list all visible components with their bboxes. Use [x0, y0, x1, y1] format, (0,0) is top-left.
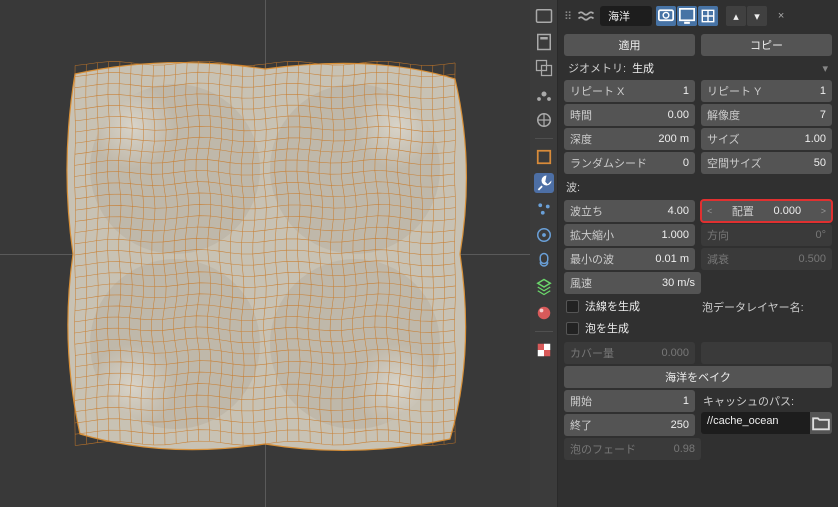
material-tab-icon[interactable] [534, 303, 554, 323]
drag-handle-icon[interactable]: ⠿ [564, 10, 572, 23]
modifier-tab-icon[interactable] [534, 173, 554, 193]
copy-button[interactable]: コピー [701, 34, 832, 56]
geometry-label: ジオメトリ: [568, 60, 626, 76]
geometry-value: 生成 [632, 60, 654, 76]
resolution-field[interactable]: 解像度7 [701, 104, 832, 126]
foam-fade-field: 泡のフェード0.98 [564, 438, 701, 460]
properties-tabs [530, 0, 558, 507]
smallest-wave-field[interactable]: 最小の波0.01 m [564, 248, 695, 270]
choppiness-field[interactable]: 波立ち4.00 [564, 200, 695, 222]
repeat-x-field[interactable]: リピート X1 [564, 80, 695, 102]
display-render-icon[interactable] [656, 6, 676, 26]
depth-field[interactable]: 深度200 m [564, 128, 695, 150]
particle-tab-icon[interactable] [534, 199, 554, 219]
spatial-size-field[interactable]: 空間サイズ50 [701, 152, 832, 174]
damping-field: 減衰0.500 [701, 248, 832, 270]
folder-icon[interactable] [810, 412, 832, 434]
world-tab-icon[interactable] [534, 110, 554, 130]
render-tab-icon[interactable] [534, 6, 554, 26]
move-down-icon[interactable]: ▾ [747, 6, 767, 26]
scale-field[interactable]: 拡大縮小1.000 [564, 224, 695, 246]
bake-ocean-button[interactable]: 海洋をベイク [564, 366, 832, 388]
size-field[interactable]: サイズ1.00 [701, 128, 832, 150]
scene-tab-icon[interactable] [534, 84, 554, 104]
texture-tab-icon[interactable] [534, 340, 554, 360]
cache-path-field[interactable]: //cache_ocean [701, 412, 810, 434]
display-editmode-icon[interactable] [698, 6, 718, 26]
wind-velocity-field[interactable]: 風速30 m/s [564, 272, 701, 294]
viewlayer-tab-icon[interactable] [534, 58, 554, 78]
coverage-field: カバー量0.000 [564, 342, 695, 364]
generate-normals-checkbox[interactable] [566, 300, 579, 313]
move-up-icon[interactable]: ▴ [726, 6, 746, 26]
close-icon[interactable]: × [771, 6, 791, 26]
alignment-field[interactable]: <配置0.000> [701, 200, 832, 222]
direction-field: 方向0° [701, 224, 832, 246]
modifier-panel: ⠿ 海洋 ▴ ▾ × 適用 コピー ジオメトリ: 生成 ▾ リピート X1 リピ… [558, 0, 838, 507]
bake-end-field[interactable]: 終了250 [564, 414, 695, 436]
generate-foam-checkbox[interactable] [566, 322, 579, 335]
random-seed-field[interactable]: ランダムシード0 [564, 152, 695, 174]
repeat-y-field[interactable]: リピート Y1 [701, 80, 832, 102]
cache-path-label: キャッシュのパス: [701, 390, 832, 412]
viewport-3d[interactable] [0, 0, 530, 507]
time-field[interactable]: 時間0.00 [564, 104, 695, 126]
data-tab-icon[interactable] [534, 277, 554, 297]
geometry-select[interactable]: ジオメトリ: 生成 ▾ [564, 58, 832, 78]
display-viewport-icon[interactable] [677, 6, 697, 26]
foam-layer-name-field [701, 342, 832, 364]
ocean-mesh [45, 34, 485, 474]
output-tab-icon[interactable] [534, 32, 554, 52]
wave-heading: 波: [564, 176, 832, 198]
physics-tab-icon[interactable] [534, 225, 554, 245]
bake-start-field[interactable]: 開始1 [564, 390, 695, 412]
ocean-modifier-icon [576, 6, 596, 26]
apply-button[interactable]: 適用 [564, 34, 695, 56]
generate-normals-label: 法線を生成 [585, 298, 640, 314]
constraint-tab-icon[interactable] [534, 251, 554, 271]
foam-layer-label: 泡データレイヤー名: [700, 296, 832, 340]
generate-foam-label: 泡を生成 [585, 320, 629, 336]
object-tab-icon[interactable] [534, 147, 554, 167]
modifier-name-field[interactable]: 海洋 [600, 6, 652, 26]
